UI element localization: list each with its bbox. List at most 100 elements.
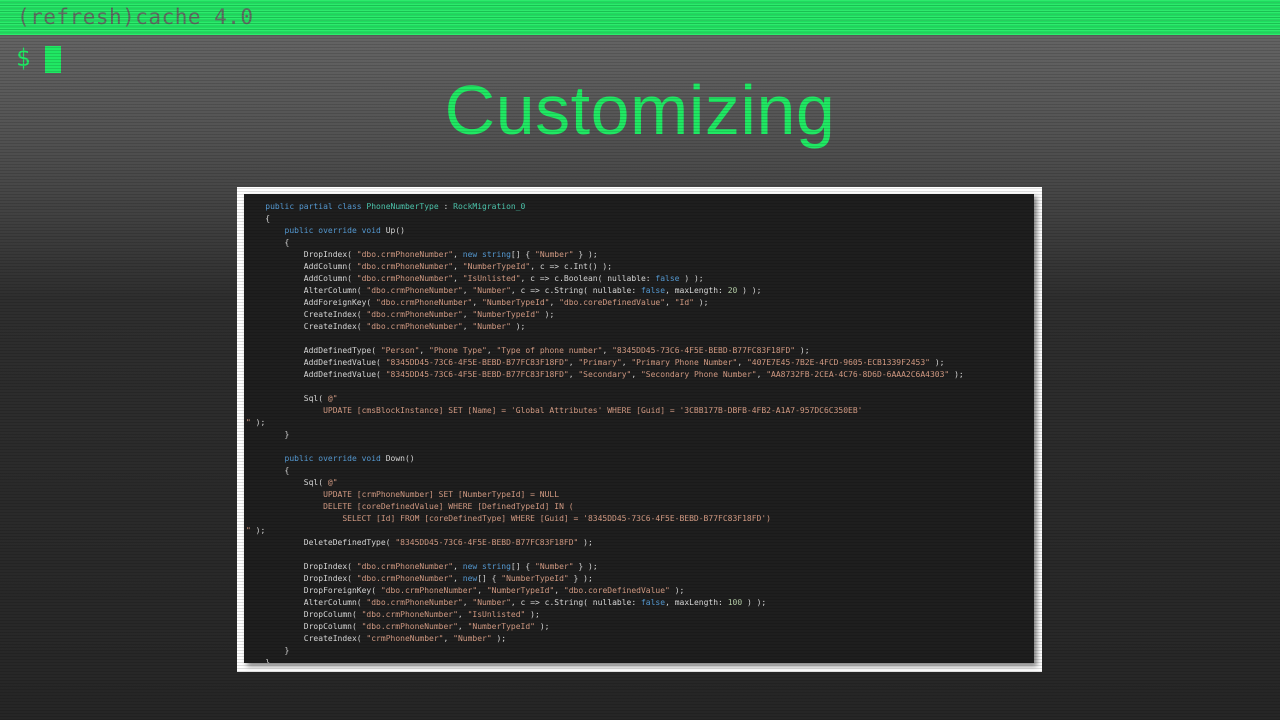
code-token: , xyxy=(477,586,487,595)
code-token: "Number" xyxy=(472,322,511,331)
code-token: "407E7E45-7B2E-4FCD-9605-ECB1339F2453" xyxy=(746,358,930,367)
code-token: ); xyxy=(250,418,266,427)
code-token: } ); xyxy=(573,562,598,571)
code-token: RockMigration_0 xyxy=(453,202,526,211)
code-token: PhoneNumberType xyxy=(366,202,439,211)
code-token: DropForeignKey( xyxy=(246,586,381,595)
code-token: ); xyxy=(525,610,540,619)
code-line: DELETE [coreDefinedValue] WHERE [Defined… xyxy=(246,501,964,513)
code-token: ) ); xyxy=(737,286,762,295)
code-token: ); xyxy=(693,298,709,307)
code-token: "dbo.crmPhoneNumber" xyxy=(380,586,478,595)
code-token: CreateIndex( xyxy=(246,310,367,319)
code-token: "Person" xyxy=(380,346,420,355)
code-token: "NumberTypeId" xyxy=(462,262,531,271)
code-block: public partial class PhoneNumberType : R… xyxy=(246,201,964,663)
code-token: ) ); xyxy=(679,274,704,283)
code-token: "8345DD45-73C6-4F5E-BEBD-B77FC83F18FD" xyxy=(385,358,569,367)
code-line: { xyxy=(246,237,964,249)
code-token: ); xyxy=(510,322,526,331)
code-token: "dbo.crmPhoneNumber" xyxy=(376,298,473,307)
code-line: AlterColumn( "dbo.crmPhoneNumber", "Numb… xyxy=(246,597,964,609)
code-token: , xyxy=(457,622,468,631)
code-screenshot-frame: public partial class PhoneNumberType : R… xyxy=(237,187,1042,672)
code-token: ) ); xyxy=(742,598,767,607)
code-token: , xyxy=(419,346,430,355)
code-token: , maxLength: xyxy=(665,598,728,607)
code-token: "dbo.crmPhoneNumber" xyxy=(356,562,454,571)
code-token: , c => c.String( nullable: xyxy=(510,598,641,607)
code-token: "dbo.crmPhoneNumber" xyxy=(366,598,463,607)
code-token: "NumberTypeId" xyxy=(467,622,535,631)
code-token: CreateIndex( xyxy=(246,634,367,643)
code-line: AddForeignKey( "dbo.crmPhoneNumber", "Nu… xyxy=(246,297,964,309)
code-token: , xyxy=(453,562,463,571)
code-token: false xyxy=(640,598,666,607)
code-token: DropIndex( xyxy=(246,574,357,583)
code-token: "Phone Type" xyxy=(429,346,487,355)
code-token: "dbo.crmPhoneNumber" xyxy=(356,574,454,583)
code-token: "NumberTypeId" xyxy=(482,298,550,307)
code-token: [] { xyxy=(510,250,536,259)
code-token: "Secondary Phone Number" xyxy=(640,370,757,379)
code-line: Sql( @" xyxy=(246,393,964,405)
code-token: , xyxy=(462,286,473,295)
code-token: public override void xyxy=(284,226,386,235)
code-line: CreateIndex( "dbo.crmPhoneNumber", "Numb… xyxy=(246,309,964,321)
code-token: CreateIndex( xyxy=(246,322,367,331)
code-token: ); xyxy=(949,370,964,379)
code-line: public override void Down() xyxy=(246,453,964,465)
code-line: DropIndex( "dbo.crmPhoneNumber", new str… xyxy=(246,561,964,573)
code-token: "dbo.crmPhoneNumber" xyxy=(366,310,463,319)
code-token: "dbo.crmPhoneNumber" xyxy=(361,610,458,619)
code-line: } xyxy=(246,429,964,441)
code-line: AddDefinedValue( "8345DD45-73C6-4F5E-BEB… xyxy=(246,357,964,369)
window-title: (refresh)cache 4.0 xyxy=(17,5,254,29)
code-token: AddForeignKey( xyxy=(246,298,377,307)
code-line: CreateIndex( "dbo.crmPhoneNumber", "Numb… xyxy=(246,321,964,333)
code-token: ); xyxy=(795,346,810,355)
code-token: , xyxy=(472,298,483,307)
code-token: } xyxy=(246,646,290,655)
slide-title: Customizing xyxy=(444,71,836,149)
code-token: { xyxy=(246,466,290,475)
code-token: "NumberTypeId" xyxy=(501,574,569,583)
code-token: "dbo.coreDefinedValue" xyxy=(563,586,670,595)
code-token: "NumberTypeId" xyxy=(472,310,540,319)
code-token: , xyxy=(462,598,473,607)
code-token: [] { xyxy=(510,562,536,571)
code-editor: public partial class PhoneNumberType : R… xyxy=(244,194,1034,663)
code-token: , xyxy=(549,298,560,307)
title-bar: (refresh)cache 4.0 xyxy=(0,0,1280,35)
code-token: , xyxy=(737,358,747,367)
code-token: @" xyxy=(327,394,338,403)
code-token: ); xyxy=(539,310,555,319)
code-token: ); xyxy=(930,358,945,367)
code-token: , c => c.String( nullable: xyxy=(510,286,641,295)
code-token: ); xyxy=(491,634,507,643)
code-token: "IsUnlisted" xyxy=(467,610,526,619)
code-token: "Number" xyxy=(453,634,492,643)
code-line: DropColumn( "dbo.crmPhoneNumber", "IsUnl… xyxy=(246,609,964,621)
code-token: , xyxy=(443,634,454,643)
code-line: SELECT [Id] FROM [coreDefinedType] WHERE… xyxy=(246,513,964,525)
code-token: , xyxy=(554,586,564,595)
code-token: "Primary Phone Number" xyxy=(631,358,738,367)
code-token: Sql( xyxy=(246,394,328,403)
code-line: public override void Up() xyxy=(246,225,964,237)
code-token: , c => c.Int() ); xyxy=(530,262,613,271)
code-token: public override void xyxy=(284,454,386,463)
code-line: } xyxy=(246,657,964,663)
code-token: DELETE [coreDefinedValue] WHERE [Defined… xyxy=(246,502,574,511)
code-token: , xyxy=(568,358,579,367)
code-line: AddDefinedValue( "8345DD45-73C6-4F5E-BEB… xyxy=(246,369,964,381)
code-line: AlterColumn( "dbo.crmPhoneNumber", "Numb… xyxy=(246,285,964,297)
code-token: AddColumn( xyxy=(246,274,357,283)
code-token: Down() xyxy=(385,454,415,463)
code-token: UPDATE [cmsBlockInstance] SET [Name] = '… xyxy=(246,406,863,415)
code-line: DropIndex( "dbo.crmPhoneNumber", new[] {… xyxy=(246,573,964,585)
code-token: public partial class xyxy=(265,202,367,211)
